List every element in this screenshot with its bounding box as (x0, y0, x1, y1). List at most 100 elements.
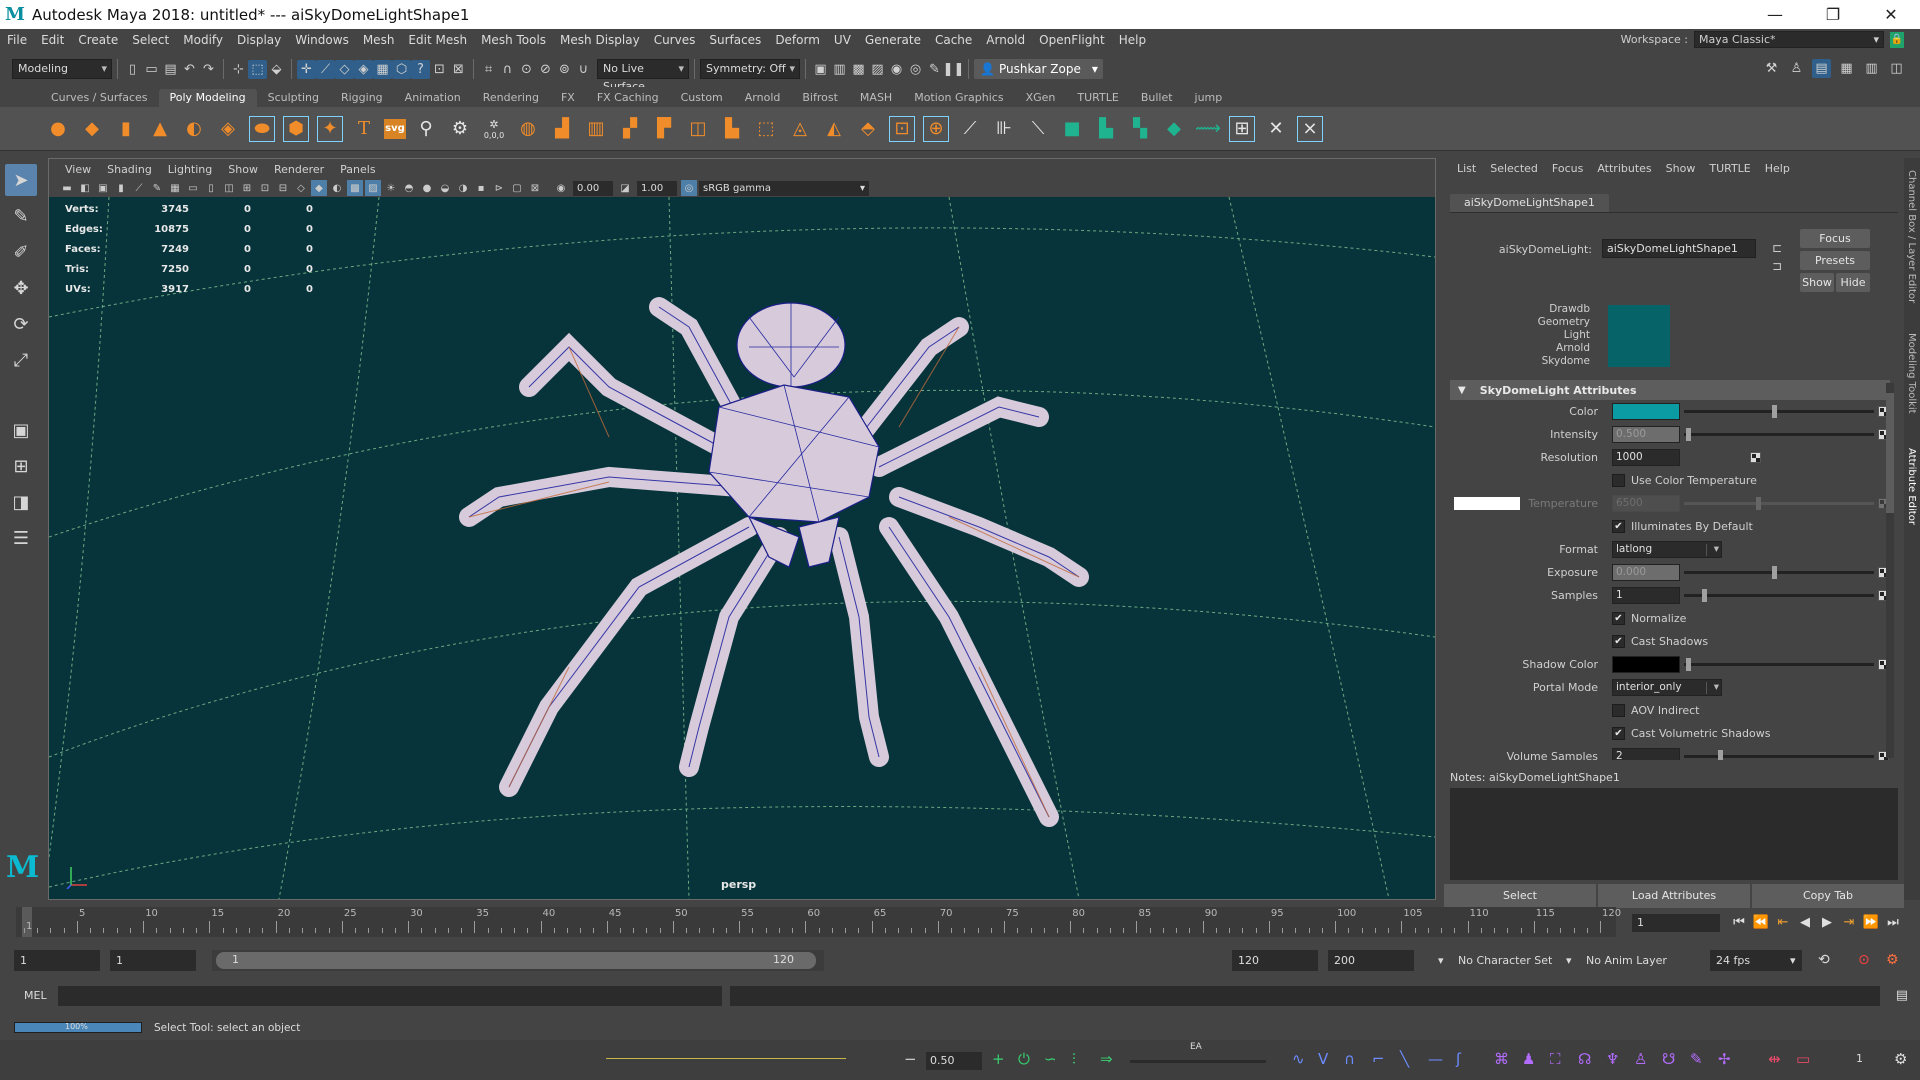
ae-menu-turtle[interactable]: TURTLE (1702, 162, 1757, 175)
presets-button[interactable]: Presets (1800, 251, 1870, 270)
single-perspective-layout-icon[interactable]: ▣ (5, 414, 37, 446)
svg-tool-icon[interactable]: svg (384, 118, 406, 139)
select-dynamic-icon[interactable]: ⬡ (392, 59, 411, 79)
screen-space-ao-icon[interactable]: ● (419, 180, 435, 196)
animation-preferences-icon[interactable]: ⚙ (1880, 950, 1899, 971)
poly-disc-icon[interactable]: ⬬ (248, 115, 276, 143)
smooth-icon[interactable]: ▥ (582, 115, 610, 143)
focus-button[interactable]: Focus (1800, 229, 1870, 248)
fill-hole-icon[interactable]: ◭ (820, 115, 848, 143)
menu-curves[interactable]: Curves (647, 33, 703, 47)
volume-samples-field[interactable]: 2 (1612, 748, 1680, 760)
shadows-icon[interactable]: ◓ (401, 180, 417, 196)
portal-mode-dropdown[interactable]: interior_only ▾ (1612, 679, 1722, 696)
paint-select-tool-icon[interactable]: ✐ (5, 236, 37, 268)
shelf-tab-bifrost[interactable]: Bifrost (791, 89, 849, 107)
boolean-icon[interactable]: ▞ (616, 115, 644, 143)
gamma-field[interactable]: 1.00 (637, 180, 677, 196)
lock-selection-icon[interactable]: ⊡ (430, 60, 449, 79)
extract-icon[interactable]: ▛ (650, 115, 678, 143)
camera-attributes-icon[interactable]: ◧ (77, 180, 93, 196)
settings-gear-icon[interactable]: ⚙ (1894, 1050, 1907, 1068)
xray-joints-icon[interactable]: ⊠ (527, 180, 543, 196)
script-editor-icon[interactable]: ▤ (1896, 988, 1908, 1003)
output-connections-icon[interactable]: ⊐ (1772, 259, 1782, 273)
insert-edge-loop-icon[interactable]: ⟋ (956, 115, 984, 143)
select-component-icon[interactable]: ⬙ (267, 60, 286, 79)
camera-select-icon[interactable]: ▬ (59, 180, 75, 196)
wireframe-on-shaded-icon[interactable]: ▩ (347, 180, 363, 196)
loop-icon[interactable]: ⟲ (1812, 950, 1830, 971)
gamma-icon[interactable]: ◪ (617, 180, 633, 196)
viewport-menu-shading[interactable]: Shading (99, 163, 160, 176)
range-slider[interactable]: 1 120 (212, 950, 824, 971)
render-current-frame-icon[interactable]: ▩ (849, 60, 868, 79)
default-material-icon[interactable]: ◐ (329, 180, 345, 196)
viewport-menu-lighting[interactable]: Lighting (160, 163, 220, 176)
play-forwards-icon[interactable]: ▶ (1818, 912, 1836, 932)
attribute-editor-toggle-icon[interactable]: ▤ (1812, 59, 1831, 78)
shelf-tab-animation[interactable]: Animation (394, 89, 472, 107)
poly-cylinder-icon[interactable]: ▮ (112, 115, 140, 143)
unfold-uv-icon[interactable]: ✕ (1262, 115, 1290, 143)
2d-pan-zoom-icon[interactable]: ⟋ (131, 180, 147, 196)
shelf-tab-xgen[interactable]: XGen (1015, 89, 1067, 107)
lock-icon[interactable]: 🔒 (1890, 31, 1904, 48)
forward-icon[interactable]: ⇒ (1100, 1050, 1113, 1068)
shelf-tab-mash[interactable]: MASH (849, 89, 903, 107)
cross-icon[interactable]: ✢ (1718, 1050, 1731, 1068)
menu-uv[interactable]: UV (827, 33, 858, 47)
tangent-auto-icon[interactable]: ʃ (1456, 1050, 1461, 1068)
color-slider[interactable] (1684, 410, 1874, 413)
view-transform-dropdown[interactable]: sRGB gamma (699, 180, 869, 196)
shelf-tab-rigging[interactable]: Rigging (330, 89, 394, 107)
step-back-key-icon[interactable]: ⇤ (1774, 912, 1792, 932)
samples-slider[interactable] (1684, 594, 1874, 597)
select-curve-icon[interactable]: ◇ (335, 59, 354, 79)
shelf-tab-custom[interactable]: Custom (670, 89, 734, 107)
playblast-icon[interactable]: ▭ (1796, 1050, 1810, 1068)
playback-start-field[interactable]: 1 (110, 950, 196, 971)
layer-editor-icon[interactable]: ◫ (1887, 59, 1906, 78)
move-tool-icon[interactable]: ✥ (5, 272, 37, 304)
select-object-icon[interactable]: ⬚ (248, 59, 267, 79)
resolution-gate-icon[interactable]: ▯ (203, 180, 219, 196)
scene-end-field[interactable]: 200 (1328, 950, 1414, 971)
illuminates-by-default-checkbox[interactable]: ✔ (1612, 520, 1625, 533)
node-name-field[interactable]: aiSkyDomeLightShape1 (1602, 239, 1756, 258)
use-color-temperature-checkbox[interactable] (1612, 474, 1625, 487)
tool-settings-icon[interactable]: ▦ (1837, 59, 1856, 78)
samples-slider-handle[interactable] (1702, 589, 1707, 602)
pause-icon[interactable]: ❚❚ (943, 60, 965, 79)
skydome-attributes-section[interactable]: ▼ SkyDomeLight Attributes (1450, 380, 1890, 400)
menu-edit-mesh[interactable]: Edit Mesh (401, 33, 474, 47)
exposure-slider-handle[interactable] (1772, 566, 1777, 579)
zoom-out-icon[interactable]: − (904, 1050, 917, 1068)
render-history-icon[interactable]: ▣ (811, 60, 830, 79)
textured-icon[interactable]: ▨ (365, 180, 381, 196)
maximize-button[interactable]: ❐ (1804, 0, 1862, 29)
freeze-transform-icon[interactable]: ✲ 0,0,0 (480, 115, 508, 143)
load-attributes-button[interactable]: Load Attributes (1598, 884, 1750, 908)
grease-pencil-icon[interactable]: ✎ (149, 180, 165, 196)
separate-icon[interactable]: ▟ (548, 115, 576, 143)
highlight-selection-icon[interactable]: ⊠ (449, 60, 468, 79)
blend-shape-icon[interactable]: ☋ (1662, 1050, 1675, 1068)
ae-menu-selected[interactable]: Selected (1483, 162, 1545, 175)
hide-button[interactable]: Hide (1836, 273, 1870, 292)
camera-sequencer-icon[interactable]: ♆ (1606, 1050, 1619, 1068)
menu-select[interactable]: Select (125, 33, 176, 47)
copy-tab-button[interactable]: Copy Tab (1752, 884, 1904, 908)
side-tab-channel-box[interactable]: Channel Box / Layer Editor (1906, 170, 1917, 303)
ae-menu-help[interactable]: Help (1758, 162, 1797, 175)
exposure-icon[interactable]: ◉ (553, 180, 569, 196)
menu-help[interactable]: Help (1112, 33, 1153, 47)
menu-create[interactable]: Create (71, 33, 125, 47)
select-deformation-icon[interactable]: ▦ (373, 59, 392, 79)
cut-uv-icon[interactable]: ⟿ (1194, 115, 1222, 143)
shelf-tab-jump[interactable]: jump (1184, 89, 1234, 107)
poly-cube-icon[interactable]: ◆ (78, 115, 106, 143)
automatic-uv-icon[interactable]: ◆ (1160, 115, 1188, 143)
zoom-field[interactable]: 0.50 (926, 1052, 982, 1070)
snap-grid-icon[interactable]: ⌗ (479, 60, 498, 79)
